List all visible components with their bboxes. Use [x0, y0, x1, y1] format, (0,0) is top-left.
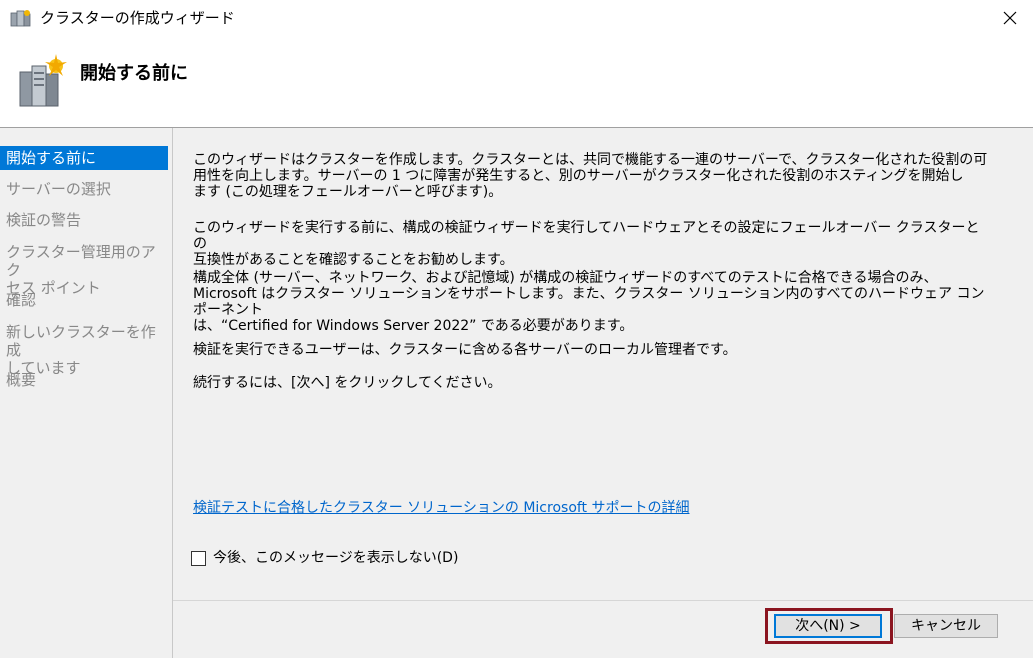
step-label-line1: 新しいクラスターを作成 — [6, 323, 156, 359]
admin-paragraph: 検証を実行できるユーザーは、クラスターに含める各サーバーのローカル管理者です。 — [193, 342, 737, 358]
text-line: このウィザードはクラスターを作成します。クラスターとは、共同で機能する一連のサー… — [193, 152, 988, 168]
step-select-servers[interactable]: サーバーの選択 — [0, 180, 168, 198]
wizard-content: このウィザードはクラスターを作成します。クラスターとは、共同で機能する一連のサー… — [173, 128, 1033, 658]
step-label: 検証の警告 — [6, 211, 82, 229]
validation-paragraph: このウィザードを実行する前に、構成の検証ウィザードを実行してハードウェアとその設… — [193, 220, 993, 268]
dont-show-again-checkbox[interactable] — [191, 550, 206, 566]
intro-paragraph: このウィザードはクラスターを作成します。クラスターとは、共同で機能する一連のサー… — [193, 152, 993, 200]
text-line: このウィザードを実行する前に、構成の検証ウィザードを実行してハードウェアとその設… — [193, 220, 980, 252]
step-access-point[interactable]: クラスター管理用のアク セス ポイント — [0, 243, 168, 297]
text-line: 互換性があることを確認することをお勧めします。 — [193, 252, 514, 268]
close-button[interactable] — [987, 0, 1033, 36]
title-bar: クラスターの作成ウィザード — [0, 0, 1033, 36]
wizard-steps-sidebar: 開始する前に サーバーの選択 検証の警告 クラスター管理用のアク セス ポイント… — [0, 128, 172, 658]
step-label: 概要 — [6, 371, 37, 389]
step-label: サーバーの選択 — [6, 180, 111, 198]
page-title: 開始する前に — [80, 63, 188, 84]
button-bar-divider — [173, 600, 1033, 601]
support-details-link[interactable]: 検証テストに合格したクラスター ソリューションの Microsoft サポートの… — [193, 499, 690, 517]
text-line: 構成全体 (サーバー、ネットワーク、および記憶域) が構成の検証ウィザードのすべ… — [193, 270, 938, 286]
dont-show-again-option[interactable]: 今後、このメッセージを表示しない(D) — [191, 548, 458, 568]
continue-paragraph: 続行するには、[次へ] をクリックしてください。 — [193, 375, 502, 391]
cancel-button[interactable]: キャンセル — [894, 614, 998, 638]
text-line: Microsoft はクラスター ソリューションをサポートします。また、クラスタ… — [193, 286, 985, 318]
step-before-you-begin[interactable]: 開始する前に — [0, 146, 168, 170]
text-line: ます (この処理をフェールオーバーと呼びます)。 — [193, 184, 503, 200]
step-confirmation[interactable]: 確認 — [0, 291, 168, 309]
cluster-servers-icon — [19, 54, 67, 107]
next-button[interactable]: 次へ(N) > — [774, 614, 882, 638]
support-paragraph: 構成全体 (サーバー、ネットワーク、および記憶域) が構成の検証ウィザードのすべ… — [193, 270, 993, 334]
text-line: 用性を向上します。サーバーの 1 つに障害が発生すると、別のサーバーがクラスター… — [193, 168, 964, 184]
step-creating-cluster[interactable]: 新しいクラスターを作成 しています — [0, 323, 168, 377]
dont-show-again-label: 今後、このメッセージを表示しない(D) — [213, 550, 459, 566]
wizard-header: 開始する前に — [0, 36, 1033, 128]
cluster-app-icon — [10, 10, 31, 27]
step-label-line1: クラスター管理用のアク — [6, 243, 156, 279]
step-label: 確認 — [6, 291, 37, 309]
step-summary[interactable]: 概要 — [0, 371, 168, 389]
close-icon — [1003, 11, 1017, 25]
step-validation-warning[interactable]: 検証の警告 — [0, 211, 168, 229]
text-line: は、“Certified for Windows Server 2022” であ… — [193, 318, 634, 334]
step-label: 開始する前に — [6, 149, 97, 167]
window-title: クラスターの作成ウィザード — [40, 9, 235, 27]
